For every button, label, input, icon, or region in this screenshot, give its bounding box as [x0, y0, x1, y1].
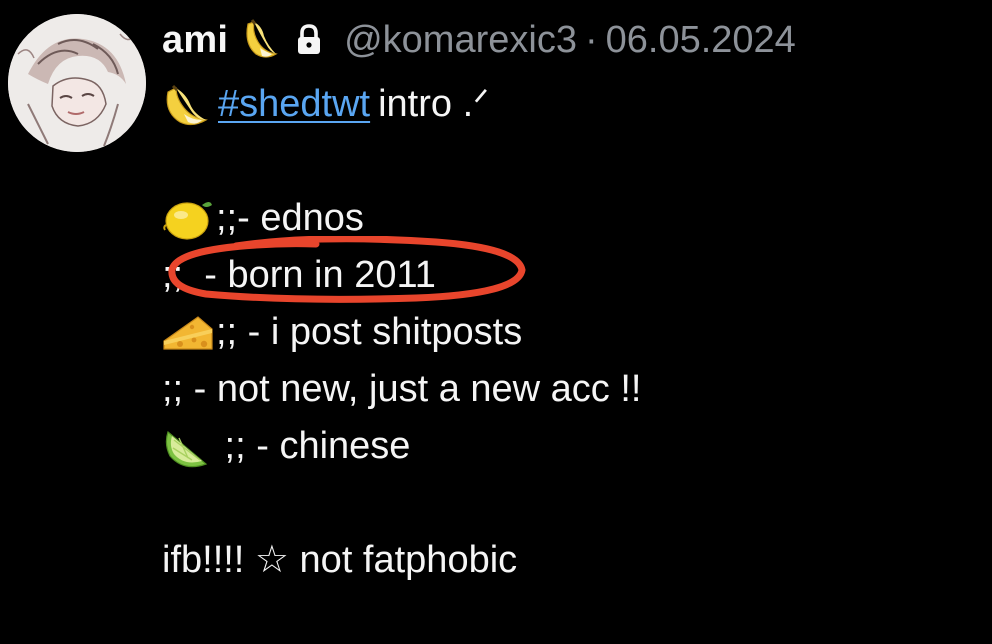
banana-icon [162, 82, 210, 128]
separator-dot: · [584, 18, 598, 61]
post-line-text: intro .ᐟ [378, 83, 490, 125]
post-line-text: ifb!!!! ☆ not fatphobic [162, 539, 518, 581]
lock-icon [296, 24, 322, 56]
post-line-intro: #shedtwt intro .ᐟ [162, 76, 641, 133]
cheese-icon [162, 311, 214, 355]
post-line-chinese: ;; - chinese [162, 418, 641, 475]
post-line-ifb: ifb!!!! ☆ not fatphobic [162, 532, 641, 589]
post-date[interactable]: 06.05.2024 [606, 19, 796, 62]
post-line-text: ;;- ednos [216, 197, 364, 239]
lemon-icon [162, 195, 214, 243]
display-name[interactable]: ami [162, 19, 228, 62]
post-line-shitposts: ;; - i post shitposts [162, 304, 641, 361]
post-line-text: ;; - i post shitposts [216, 311, 523, 353]
lime-icon [162, 424, 212, 470]
post-line-newacc: ;; - not new, just a new acc !! [162, 361, 641, 418]
post-line-born: ;; - born in 2011 [162, 247, 641, 304]
post-line-ednos: ;;- ednos [162, 190, 641, 247]
post-line-text: ;; - born in 2011 [162, 254, 436, 296]
banana-icon [240, 18, 280, 62]
post-line-text: ;; - not new, just a new acc !! [162, 368, 642, 410]
avatar-image [8, 14, 146, 152]
post-body: #shedtwt intro .ᐟ ;;- ednos ;; - born in… [162, 76, 641, 589]
author-handle[interactable]: @komarexic3 [344, 19, 577, 62]
post-header: ami @komarexic3 · 06.05.2024 [162, 14, 796, 66]
avatar[interactable] [8, 14, 146, 152]
post-line-text: ;; - chinese [214, 425, 411, 467]
hashtag-link[interactable]: #shedtwt [218, 76, 370, 133]
